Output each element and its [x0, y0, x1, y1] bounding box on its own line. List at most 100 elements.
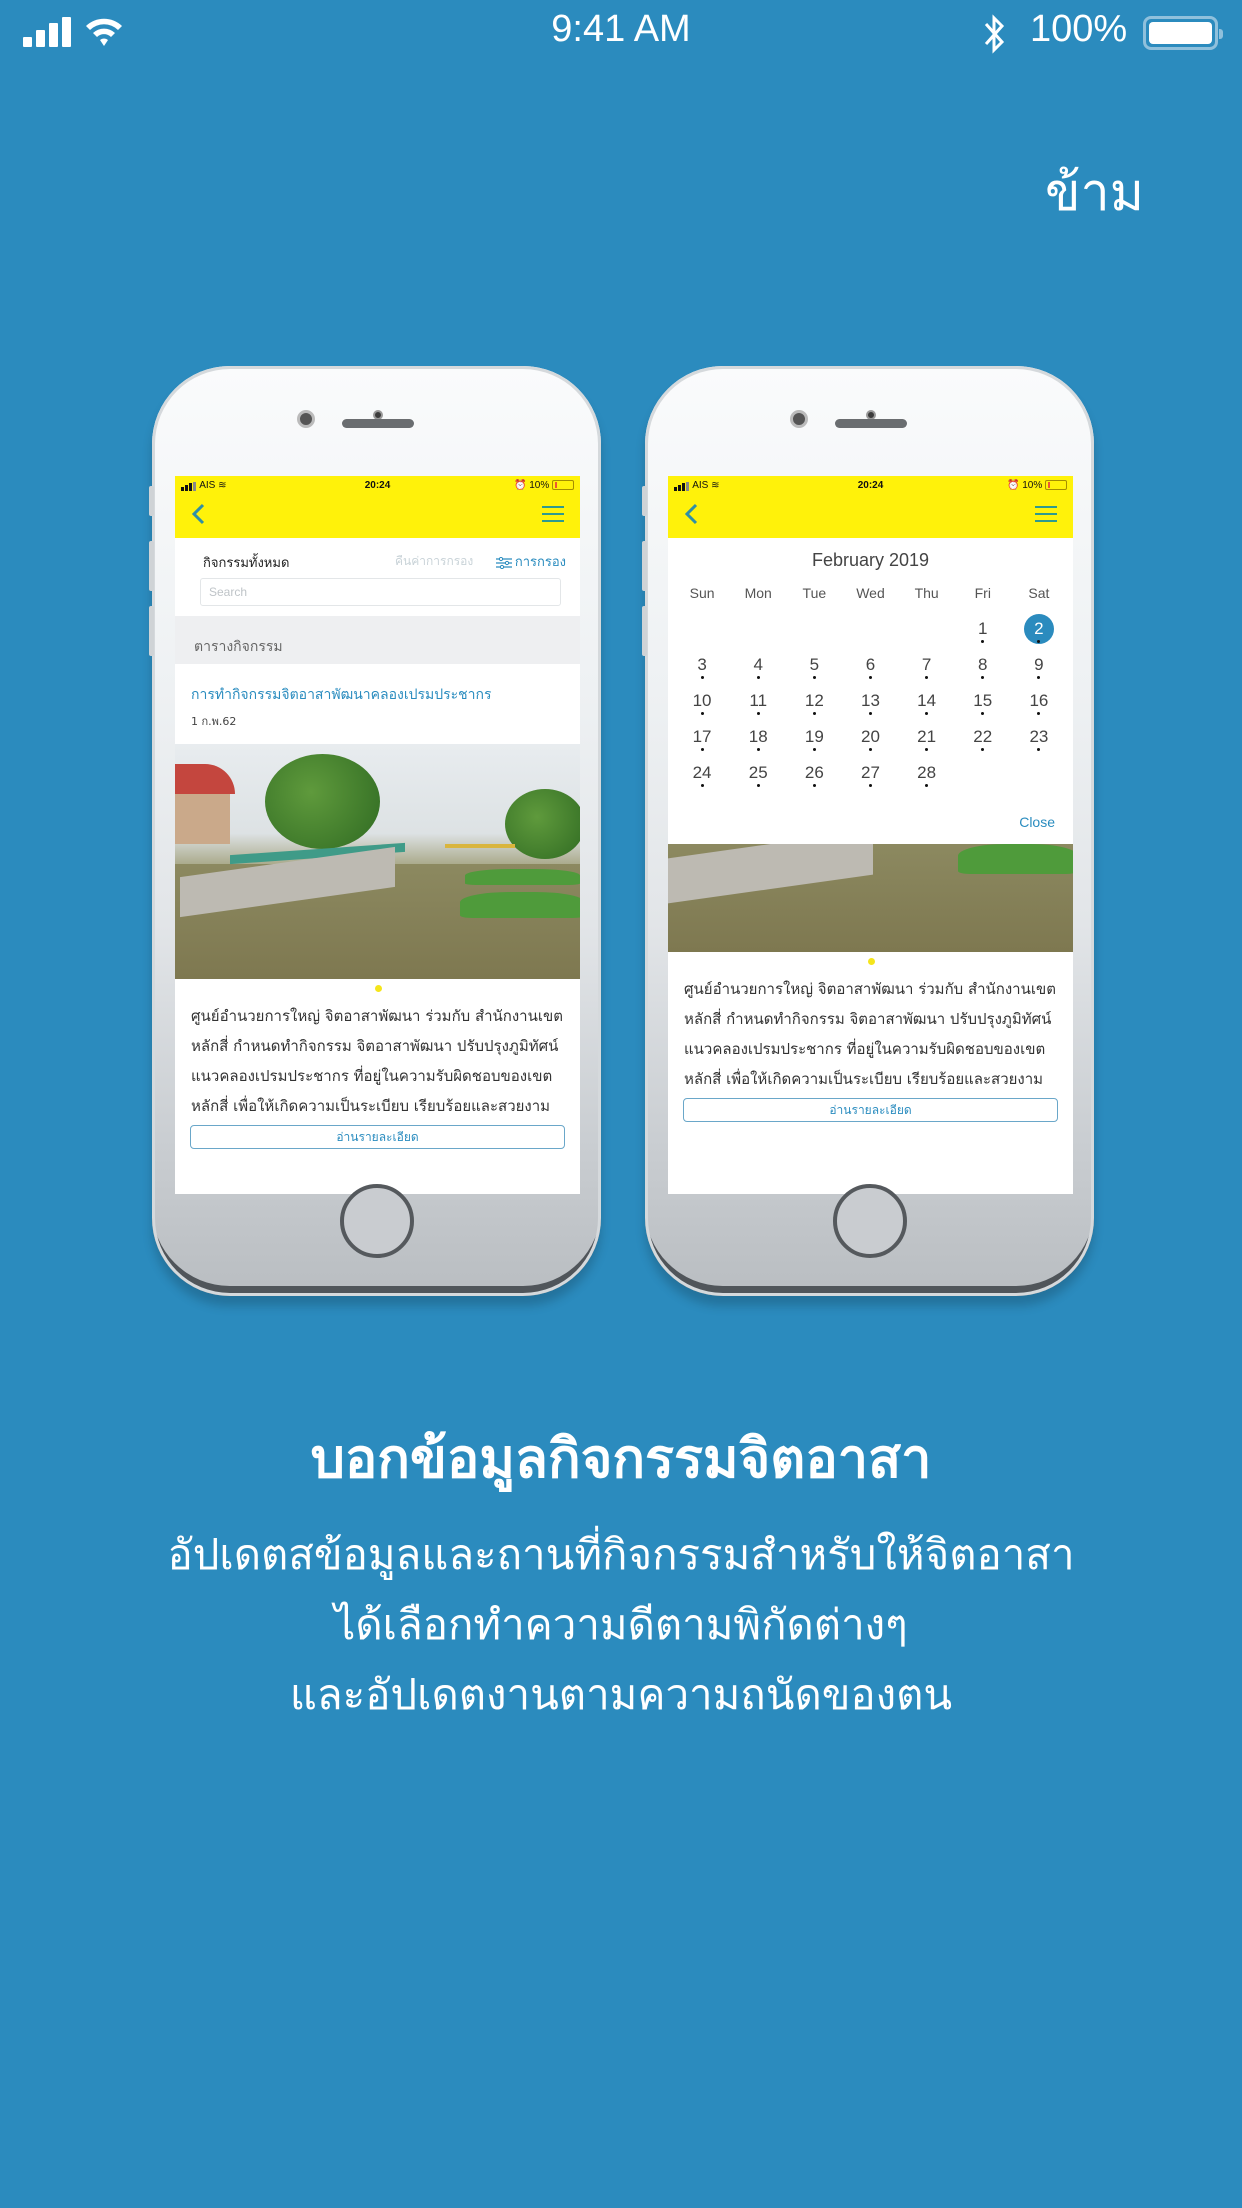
phone-mockup-calendar: AIS ≋ 20:24 ⏰ 10% February 2019 Sun Mon Tu…: [642, 366, 1094, 1296]
calendar-day[interactable]: 1: [955, 614, 1011, 650]
read-more-button[interactable]: อ่านรายละเอียด: [683, 1098, 1058, 1122]
pager-dot-active: [867, 958, 875, 965]
filter-row: กิจกรรมทั้งหมด คืนค่าการกรอง การกรอง: [175, 538, 580, 571]
calendar-day[interactable]: 10: [674, 686, 730, 722]
calendar-day-number: 23: [1029, 727, 1049, 746]
front-camera: [297, 410, 315, 428]
battery-icon: [1143, 16, 1223, 50]
calendar-day-number: 24: [692, 763, 712, 782]
side-button: [642, 486, 647, 516]
calendar-day[interactable]: 16: [1011, 686, 1067, 722]
weekday-header: Tue: [802, 585, 827, 601]
filter-button[interactable]: การกรอง: [495, 551, 566, 572]
calendar-day[interactable]: 19: [786, 722, 842, 758]
calendar-day[interactable]: 27: [842, 758, 898, 794]
phone-status-bar: AIS ≋ 20:24 ⏰ 10%: [181, 480, 574, 494]
app-header: AIS ≋ 20:24 ⏰ 10%: [668, 476, 1073, 538]
calendar-day[interactable]: 25: [730, 758, 786, 794]
calendar-day-number: 26: [804, 763, 824, 782]
calendar-day[interactable]: 17: [674, 722, 730, 758]
event-description: ศูนย์อำนวยการใหญ่ จิตอาสาพัฒนา ร่วมกับ ส…: [191, 1007, 563, 1115]
calendar-day-number: 10: [692, 691, 712, 710]
calendar-empty-cell: [786, 614, 842, 650]
status-bar: 9:41 AM 100%: [0, 0, 1242, 64]
calendar-day-number: 11: [749, 691, 768, 710]
back-chevron-icon[interactable]: [189, 502, 209, 526]
battery-icon: [1045, 480, 1067, 491]
phone-mockup-activity-list: AIS ≋ 20:24 ⏰ 10% กิจกรรมทั้งหมด คืนค่าก…: [149, 366, 601, 1296]
hamburger-menu-icon[interactable]: [1035, 506, 1057, 522]
calendar-day-number: 18: [748, 727, 768, 746]
phone-screen: AIS ≋ 20:24 ⏰ 10% กิจกรรมทั้งหมด คืนค่าก…: [175, 476, 580, 1194]
calendar-day-number: 19: [804, 727, 824, 746]
onboarding-description-line: อัปเดตสข้อมูลและถานที่กิจกรรมสำหรับให้จิ…: [167, 1530, 1075, 1579]
calendar-day[interactable]: 6: [842, 650, 898, 686]
calendar-day-number: 3: [697, 655, 707, 674]
phone-screen: AIS ≋ 20:24 ⏰ 10% February 2019 Sun Mon Tu…: [668, 476, 1073, 1194]
calendar-day[interactable]: 12: [786, 686, 842, 722]
reset-filter-link[interactable]: คืนค่าการกรอง: [395, 552, 473, 571]
calendar-day[interactable]: 28: [899, 758, 955, 794]
event-photo[interactable]: [175, 744, 580, 979]
calendar-day[interactable]: 3: [674, 650, 730, 686]
calendar-day[interactable]: 4: [730, 650, 786, 686]
read-more-button[interactable]: อ่านรายละเอียด: [190, 1125, 565, 1149]
calendar-day-number: 15: [973, 691, 993, 710]
calendar-day-number: 9: [1034, 655, 1044, 674]
alarm-icon: ⏰: [513, 480, 527, 491]
onboarding-title: บอกข้อมูลกิจกรรมจิตอาสา: [310, 1427, 932, 1490]
weekday-header: Thu: [914, 585, 939, 601]
volume-up-button: [149, 541, 154, 591]
onboarding-description-line: ได้เลือกทำความดีตามพิกัดต่างๆ: [334, 1600, 908, 1649]
calendar-day[interactable]: 13: [842, 686, 898, 722]
home-button: [832, 1184, 907, 1258]
calendar-day[interactable]: 15: [955, 686, 1011, 722]
search-input[interactable]: Search: [200, 578, 561, 606]
calendar-day-selected[interactable]: 2: [1011, 614, 1067, 650]
calendar-day[interactable]: 14: [899, 686, 955, 722]
alarm-icon: ⏰: [1006, 480, 1020, 491]
bluetooth-icon: [984, 14, 1005, 54]
pager-dot-active: [374, 985, 382, 992]
calendar-day-number: 12: [804, 691, 824, 710]
onboarding-description-line: และอัปเดตงานตามความถนัดของตน: [289, 1670, 953, 1719]
calendar-day-number: 28: [917, 763, 937, 782]
side-button: [149, 486, 154, 516]
skip-button[interactable]: ข้าม: [1045, 150, 1144, 233]
calendar-day[interactable]: 5: [786, 650, 842, 686]
pager-indicator: [175, 979, 580, 997]
front-camera: [790, 410, 808, 428]
calendar-day[interactable]: 22: [955, 722, 1011, 758]
calendar-day[interactable]: 26: [786, 758, 842, 794]
calendar-day[interactable]: 23: [1011, 722, 1067, 758]
calendar-day-number: 25: [748, 763, 768, 782]
filter-title: กิจกรรมทั้งหมด: [203, 556, 290, 571]
calendar-day[interactable]: 7: [899, 650, 955, 686]
phone-battery: ⏰ 10%: [514, 480, 574, 491]
event-photo[interactable]: [668, 844, 1073, 952]
volume-down-button: [149, 606, 154, 656]
calendar-day[interactable]: 8: [955, 650, 1011, 686]
calendar-day[interactable]: 24: [674, 758, 730, 794]
calendar-day[interactable]: 11: [730, 686, 786, 722]
calendar-day-number: 21: [917, 727, 937, 746]
calendar-day[interactable]: 21: [899, 722, 955, 758]
calendar-empty-cell: [730, 614, 786, 650]
calendar-day-number: 17: [692, 727, 712, 746]
event-description: ศูนย์อำนวยการใหญ่ จิตอาสาพัฒนา ร่วมกับ ส…: [684, 980, 1056, 1088]
calendar-month-title: February 2019: [811, 550, 930, 570]
hamburger-menu-icon[interactable]: [542, 506, 564, 522]
back-chevron-icon[interactable]: [682, 502, 702, 526]
calendar-empty-cell: [899, 614, 955, 650]
calendar-close-button[interactable]: Close: [668, 794, 1073, 844]
pager-indicator: [668, 952, 1073, 970]
calendar-day[interactable]: 20: [842, 722, 898, 758]
calendar-day-number: 20: [861, 727, 880, 746]
earpiece-speaker: [341, 419, 414, 428]
calendar-day-number: 5: [809, 655, 820, 674]
calendar-day[interactable]: 18: [730, 722, 786, 758]
weekday-header: Mon: [744, 585, 772, 601]
event-title-link[interactable]: การทำกิจกรรมจิตอาสาพัฒนาคลองเปรมประชากร: [175, 664, 580, 706]
calendar-day[interactable]: 9: [1011, 650, 1067, 686]
battery-icon: [552, 480, 574, 491]
